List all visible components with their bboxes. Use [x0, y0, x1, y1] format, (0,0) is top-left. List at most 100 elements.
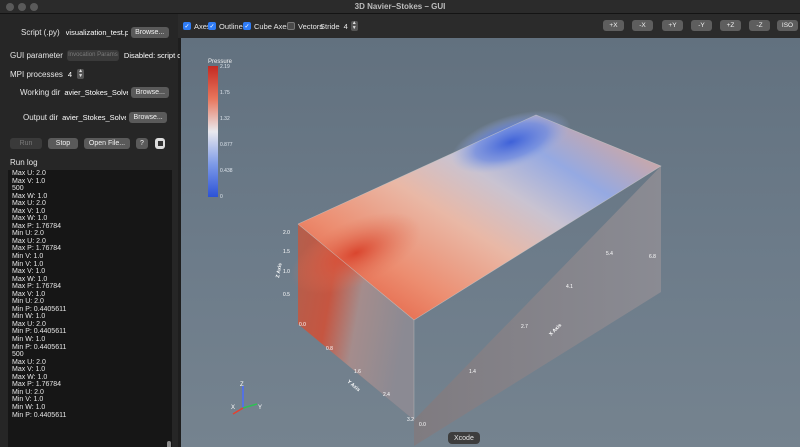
view-toolbar: ✓ Axes ✓ Outline ✓ Cube Axes Vectors Str…	[178, 14, 800, 38]
output-dir-browse-button[interactable]: Browse...	[129, 111, 168, 123]
output-dir-label: Output dir	[23, 112, 59, 122]
view-plus-z-button[interactable]: +Z	[720, 20, 741, 31]
log-line: Max V: 1.0	[12, 290, 46, 298]
help-button[interactable]: ?	[136, 137, 148, 149]
view-minus-x-button[interactable]: -X	[632, 20, 653, 31]
stop-square-icon[interactable]	[155, 137, 165, 149]
script-browse-button[interactable]: Browse...	[130, 26, 169, 38]
triad-z-label: Z	[240, 382, 244, 388]
triad-x-label: X	[231, 405, 235, 411]
open-file-button[interactable]: Open File...	[84, 137, 130, 149]
working-dir-browse-button[interactable]: Browse...	[131, 86, 170, 98]
working-dir-label: Working dir	[20, 87, 61, 97]
check-icon: ✓	[183, 22, 191, 30]
log-line: Max W: 1.0	[12, 275, 48, 283]
mpi-row: MPI processes 4 ▲ ▼	[10, 67, 85, 81]
triad-y-axis	[242, 403, 258, 409]
output-dir-field[interactable]: avier_Stokes_Solver	[62, 113, 126, 122]
colorbar-tick: 0.438	[220, 168, 233, 174]
log-line: Min P: 0.4405611	[12, 411, 67, 419]
x-tick: 2.7	[521, 324, 528, 330]
action-row: Run Stop Open File... ?	[10, 136, 165, 150]
colorbar-tick: 1.32	[220, 116, 230, 122]
script-label: Script (.py)	[21, 27, 60, 37]
title-bar: 3D Navier–Stokes – GUI	[0, 0, 800, 14]
log-line: Max U: 2.0	[12, 320, 46, 328]
gui-parameter-row: GUI parameter Invocation Params Disabled…	[10, 48, 180, 62]
view-minus-z-button[interactable]: -Z	[749, 20, 770, 31]
x-tick: 0.0	[419, 422, 426, 428]
colorbar-tick: 2.19	[220, 64, 230, 70]
log-line: Max V: 1.0	[12, 177, 46, 185]
stride-input[interactable]: 4	[344, 22, 348, 31]
log-line: Min W: 1.0	[12, 403, 46, 411]
log-line: Max P: 1.76784	[12, 245, 62, 253]
stride-stepper[interactable]: ▲ ▼	[350, 21, 358, 31]
outline-checkbox[interactable]: ✓ Outline	[208, 21, 243, 31]
z-tick: 1.5	[283, 249, 290, 255]
x-tick: 5.4	[606, 251, 613, 257]
log-line: Min P: 0.4405611	[12, 343, 67, 351]
x-tick: 6.8	[649, 254, 656, 260]
log-line: Min P: 0.4405611	[12, 305, 67, 313]
x-tick: 1.4	[469, 369, 476, 375]
script-field[interactable]: visualization_test.py	[66, 28, 128, 37]
stride-label: Stride	[320, 21, 340, 31]
colorbar-tick: 0	[220, 194, 223, 200]
control-panel: Script (.py) visualization_test.py Brows…	[0, 14, 180, 447]
log-line: Min U: 2.0	[12, 388, 44, 396]
log-line: Max V: 1.0	[12, 207, 46, 215]
invocation-params-button[interactable]: Invocation Params	[66, 49, 119, 61]
working-dir-row: Working dir avier_Stokes_Solver Browse..…	[20, 85, 170, 99]
log-line: Min U: 2.0	[12, 298, 44, 306]
view-minus-y-button[interactable]: -Y	[691, 20, 712, 31]
render-viewport[interactable]: Pressure 2.19 1.75 1.32 0.877 0.438 0 2.…	[181, 38, 800, 447]
gui-parameter-status: Disabled: script de	[123, 50, 180, 60]
y-tick: 2.4	[383, 392, 390, 398]
stop-button[interactable]: Stop	[48, 137, 78, 149]
unchecked-box-icon	[287, 22, 295, 30]
view-plus-y-button[interactable]: +Y	[662, 20, 683, 31]
run-button[interactable]: Run	[10, 137, 42, 149]
mpi-processes-input[interactable]: 4	[68, 70, 72, 79]
log-line: Min W: 1.0	[12, 336, 46, 344]
vectors-checkbox[interactable]: Vectors	[287, 21, 323, 31]
outline-label: Outline	[219, 21, 243, 31]
render-canvas[interactable]: Pressure 2.19 1.75 1.32 0.877 0.438 0 2.…	[181, 38, 800, 447]
log-line: Min V: 1.0	[12, 253, 44, 261]
output-dir-row: Output dir avier_Stokes_Solver Browse...	[23, 110, 168, 124]
orientation-triad: Z Y X	[231, 382, 262, 415]
axes-checkbox[interactable]: ✓ Axes	[183, 21, 211, 31]
log-line: Max V: 1.0	[12, 366, 46, 374]
run-log-scrollbar[interactable]	[167, 441, 171, 447]
log-line: Max U: 2.0	[12, 170, 46, 177]
x-tick: 4.1	[566, 284, 573, 290]
run-log[interactable]: Max U: 2.0 Max V: 1.0 500 Max W: 1.0 Max U: …	[8, 170, 172, 447]
z-axis-title: Z Axis	[275, 262, 284, 278]
script-row: Script (.py) visualization_test.py Brows…	[21, 25, 169, 39]
log-line: 500	[12, 185, 24, 193]
log-line: Max P: 1.76784	[12, 381, 62, 389]
log-line: Max P: 1.76784	[12, 283, 62, 291]
log-line: Min V: 1.0	[12, 396, 44, 404]
log-line: Max W: 1.0	[12, 215, 48, 223]
view-plus-x-button[interactable]: +X	[603, 20, 624, 31]
log-line: Min U: 2.0	[12, 230, 44, 238]
stride-control: Stride 4 ▲ ▼	[320, 21, 358, 31]
log-line: Max U: 2.0	[12, 237, 46, 245]
y-tick: 3.2	[407, 417, 414, 423]
view-iso-button[interactable]: ISO	[777, 20, 798, 31]
mpi-label: MPI processes	[10, 69, 63, 79]
y-tick: 1.6	[354, 369, 361, 375]
log-line: 500	[12, 351, 24, 359]
dock-app-tooltip: Xcode	[448, 432, 480, 444]
log-line: Min W: 1.0	[12, 313, 46, 321]
y-tick: 0.0	[299, 322, 306, 328]
log-line: Min P: 0.4405611	[12, 328, 67, 336]
y-axis-title: Y Axis	[346, 379, 362, 393]
mpi-stepper[interactable]: ▲ ▼	[77, 69, 85, 79]
colorbar-tick: 1.75	[220, 90, 230, 96]
working-dir-field[interactable]: avier_Stokes_Solver	[64, 88, 128, 97]
z-tick: 2.0	[283, 230, 290, 236]
cube-axes-checkbox[interactable]: ✓ Cube Axes	[243, 21, 290, 31]
